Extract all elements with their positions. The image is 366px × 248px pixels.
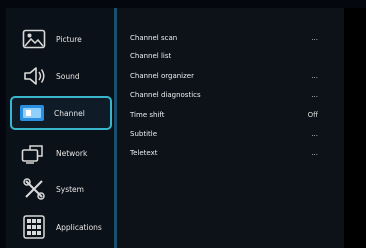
menu-row-label: Teletext [130, 149, 158, 157]
network-icon [20, 141, 48, 165]
sidebar-item-label: Network [56, 148, 88, 158]
screen-edge [344, 8, 366, 248]
sidebar-item-picture[interactable]: Picture [12, 24, 110, 54]
tv-channel-icon [18, 101, 46, 125]
menu-row-value: ... [311, 130, 318, 138]
menu-row-label: Channel diagnostics [130, 91, 201, 99]
menu-row-channel-list[interactable]: Channel list [130, 50, 320, 62]
sidebar-item-label: Sound [56, 71, 80, 81]
menu-row-value: ... [311, 72, 318, 80]
menu-row-value: ... [311, 34, 318, 42]
sidebar-item-label: Channel [54, 108, 85, 118]
menu-row-subtitle[interactable]: Subtitle ... [130, 128, 320, 140]
speaker-icon [20, 64, 48, 88]
menu-row-value: ... [311, 91, 318, 99]
menu-row-label: Channel scan [130, 34, 178, 42]
menu-row-time-shift[interactable]: Time shift Off [130, 109, 320, 121]
sidebar-item-label: Applications [56, 222, 102, 232]
sidebar-item-channel[interactable]: Channel [10, 96, 112, 130]
menu-row-channel-scan[interactable]: Channel scan ... [130, 32, 320, 44]
picture-icon [20, 27, 48, 51]
applications-icon [20, 215, 48, 239]
sidebar-item-applications[interactable]: Applications [12, 212, 110, 242]
sidebar-item-network[interactable]: Network [12, 138, 110, 168]
sidebar-item-sound[interactable]: Sound [12, 61, 110, 91]
menu-row-label: Time shift [130, 111, 165, 119]
sidebar-item-label: System [56, 184, 84, 194]
menu-row-channel-diagnostics[interactable]: Channel diagnostics ... [130, 89, 320, 101]
sidebar-item-label: Picture [56, 34, 82, 44]
menu-row-label: Channel organizer [130, 72, 194, 80]
menu-row-value: Off [307, 111, 318, 119]
menu-row-channel-organizer[interactable]: Channel organizer ... [130, 70, 320, 82]
menu-row-value: ... [311, 149, 318, 157]
tools-icon [20, 177, 48, 201]
menu-row-label: Channel list [130, 52, 172, 60]
sidebar-item-system[interactable]: System [12, 174, 110, 204]
menu-row-teletext[interactable]: Teletext ... [130, 147, 320, 159]
menu-row-label: Subtitle [130, 130, 158, 138]
